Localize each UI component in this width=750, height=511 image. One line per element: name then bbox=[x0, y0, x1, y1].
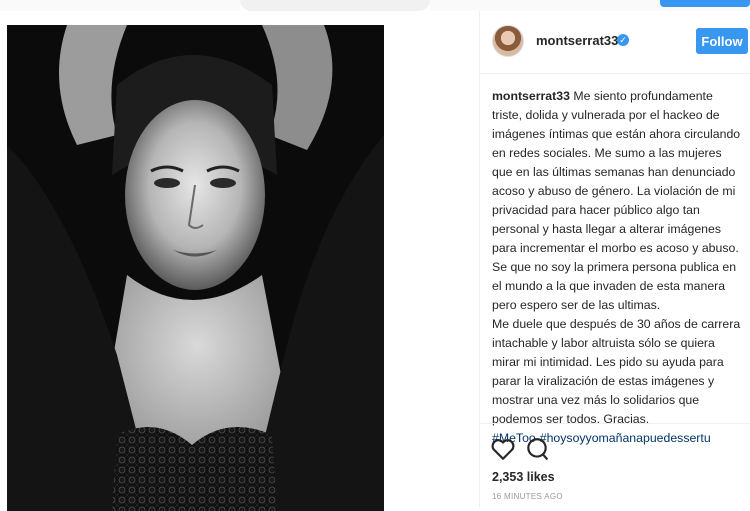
caption-paragraph-1: montserrat33 Me siento profundamente tri… bbox=[492, 87, 744, 315]
post-photo[interactable] bbox=[7, 25, 384, 511]
post-media-area bbox=[0, 11, 479, 511]
caption-paragraph-2: Me duele que después de 30 años de carre… bbox=[492, 317, 741, 426]
verified-badge-icon: ✓ bbox=[617, 34, 629, 46]
post-header: montserrat33 ✓ Follow bbox=[480, 11, 750, 74]
browser-search-strip bbox=[240, 0, 430, 11]
username-link[interactable]: montserrat33 bbox=[536, 33, 618, 48]
post-actions: 2,353 likes 16 MINUTES AGO bbox=[480, 423, 750, 508]
browser-top-strip bbox=[0, 0, 240, 11]
post-caption: montserrat33 Me siento profundamente tri… bbox=[492, 87, 744, 448]
follow-button[interactable]: Follow bbox=[696, 28, 748, 54]
top-bar-button[interactable] bbox=[660, 0, 750, 7]
post-sidebar: montserrat33 ✓ Follow montserrat33 Me si… bbox=[479, 11, 750, 507]
post-timestamp[interactable]: 16 MINUTES AGO bbox=[492, 492, 563, 501]
caption-username[interactable]: montserrat33 bbox=[492, 89, 570, 103]
portrait-photo-illustration bbox=[7, 25, 384, 511]
caption-text: Me siento profundamente triste, dolida y… bbox=[492, 89, 741, 312]
likes-count[interactable]: 2,353 likes bbox=[492, 470, 555, 484]
comment-icon[interactable] bbox=[524, 436, 550, 462]
heart-icon[interactable] bbox=[490, 436, 516, 462]
avatar[interactable] bbox=[492, 25, 524, 57]
